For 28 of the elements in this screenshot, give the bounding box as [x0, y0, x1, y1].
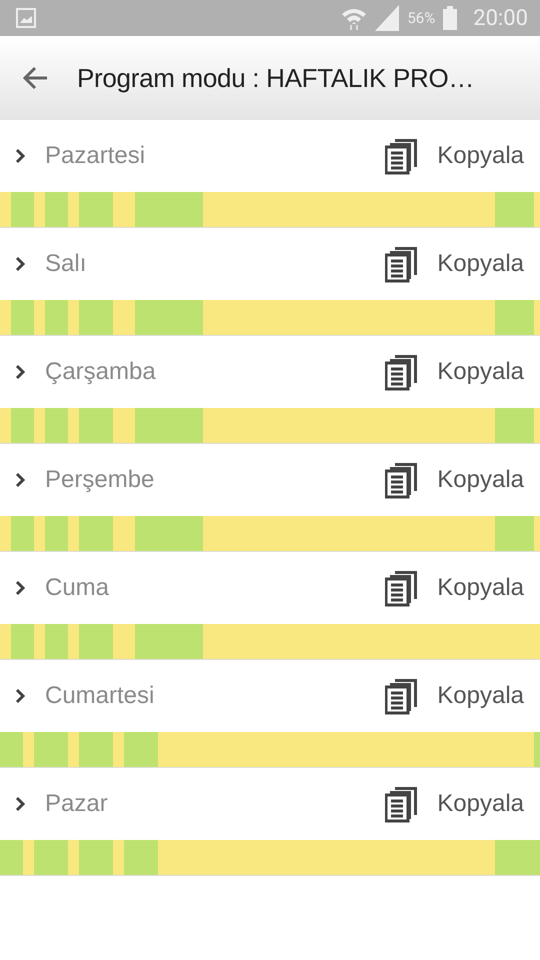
chevron-icon[interactable]: [15, 364, 27, 380]
copy-button[interactable]: Kopyala: [385, 785, 524, 823]
copy-icon: [385, 461, 420, 499]
copy-button[interactable]: Kopyala: [385, 461, 524, 499]
chevron-icon[interactable]: [15, 688, 27, 704]
copy-button[interactable]: Kopyala: [385, 245, 524, 283]
image-icon: [16, 8, 36, 28]
back-icon[interactable]: [23, 66, 49, 90]
chevron-icon[interactable]: [15, 796, 27, 812]
chevron-icon[interactable]: [15, 472, 27, 488]
chevron-icon[interactable]: [15, 256, 27, 272]
screen-title: Program modu : HAFTALIK PRO…: [77, 62, 474, 94]
copy-button[interactable]: Kopyala: [385, 353, 524, 391]
copy-icon: [385, 785, 420, 823]
battery-percent: 56%: [407, 9, 436, 27]
chevron-icon[interactable]: [15, 148, 27, 164]
signal-icon: [375, 5, 400, 31]
copy-icon: [385, 137, 420, 175]
chevron-icon[interactable]: [15, 580, 27, 596]
copy-icon: [385, 245, 420, 283]
copy-icon: [385, 569, 420, 607]
copy-button[interactable]: Kopyala: [385, 569, 524, 607]
copy-button[interactable]: Kopyala: [385, 677, 524, 715]
copy-icon: [385, 677, 420, 715]
battery-icon: [443, 6, 458, 30]
clock-time: 20:00: [473, 6, 528, 30]
copy-button[interactable]: Kopyala: [385, 137, 524, 175]
copy-icon: [385, 353, 420, 391]
